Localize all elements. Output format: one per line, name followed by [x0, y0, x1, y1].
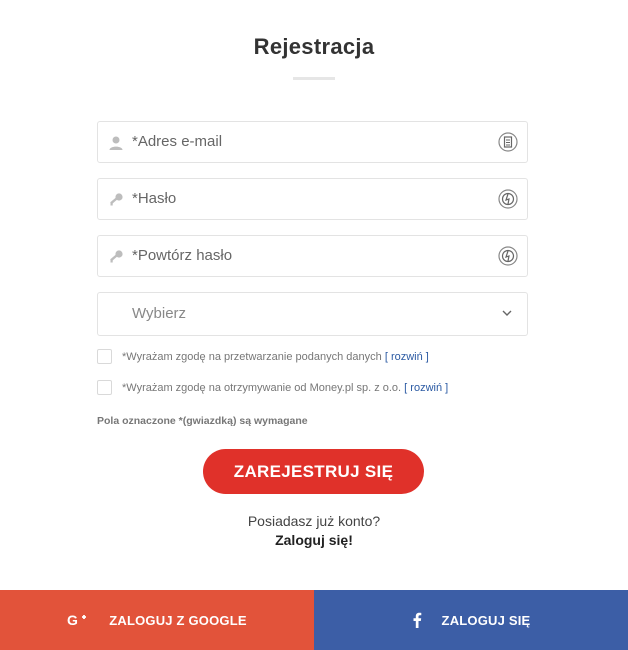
consent-data-processing-checkbox[interactable]: [97, 349, 112, 364]
contact-card-icon[interactable]: [498, 132, 518, 152]
consent-data-processing: *Wyrażam zgodę na przetwarzanie podanych…: [97, 349, 537, 367]
password-reveal-icon[interactable]: [498, 189, 518, 209]
chevron-down-icon: [502, 310, 512, 316]
user-icon: [109, 136, 123, 150]
password-field[interactable]: [97, 178, 528, 220]
facebook-login-button[interactable]: ZALOGUJ SIĘ: [314, 590, 628, 650]
repeat-password-input[interactable]: [132, 236, 487, 276]
select-value: Wybierz: [132, 305, 187, 322]
has-account-text: Posiadasz już konto?: [247, 513, 381, 529]
consent-marketing-checkbox[interactable]: [97, 380, 112, 395]
email-field[interactable]: [97, 121, 528, 163]
consent-data-processing-expand-link[interactable]: [ rozwiń ]: [385, 351, 429, 363]
login-link[interactable]: Zaloguj się!: [0, 532, 628, 548]
facebook-icon: [412, 612, 422, 628]
google-login-label: ZALOGUJ Z GOOGLE: [109, 612, 247, 628]
choice-select[interactable]: Wybierz: [97, 292, 528, 336]
page-title: Rejestracja: [253, 34, 375, 59]
key-icon: [110, 250, 123, 263]
svg-text:G: G: [67, 613, 78, 627]
consent-marketing-expand-link[interactable]: [ rozwiń ]: [404, 382, 448, 394]
required-fields-note: Pola oznaczone *(gwiazdką) są wymagane: [97, 415, 308, 427]
password-input[interactable]: [132, 179, 487, 219]
consent-marketing-label: *Wyrażam zgodę na otrzymywanie od Money.…: [122, 382, 402, 394]
consent-data-processing-label: *Wyrażam zgodę na przetwarzanie podanych…: [122, 351, 382, 363]
facebook-login-label: ZALOGUJ SIĘ: [441, 612, 531, 628]
consent-marketing: *Wyrażam zgodę na otrzymywanie od Money.…: [97, 380, 537, 398]
google-login-button[interactable]: G ZALOGUJ Z GOOGLE: [0, 590, 314, 650]
title-divider: [293, 77, 335, 80]
repeat-password-field[interactable]: [97, 235, 528, 277]
register-button[interactable]: ZAREJESTRUJ SIĘ: [203, 449, 424, 494]
google-plus-icon: G: [67, 613, 89, 627]
key-icon: [110, 193, 123, 206]
email-input[interactable]: [132, 122, 487, 162]
password-reveal-icon[interactable]: [498, 246, 518, 266]
